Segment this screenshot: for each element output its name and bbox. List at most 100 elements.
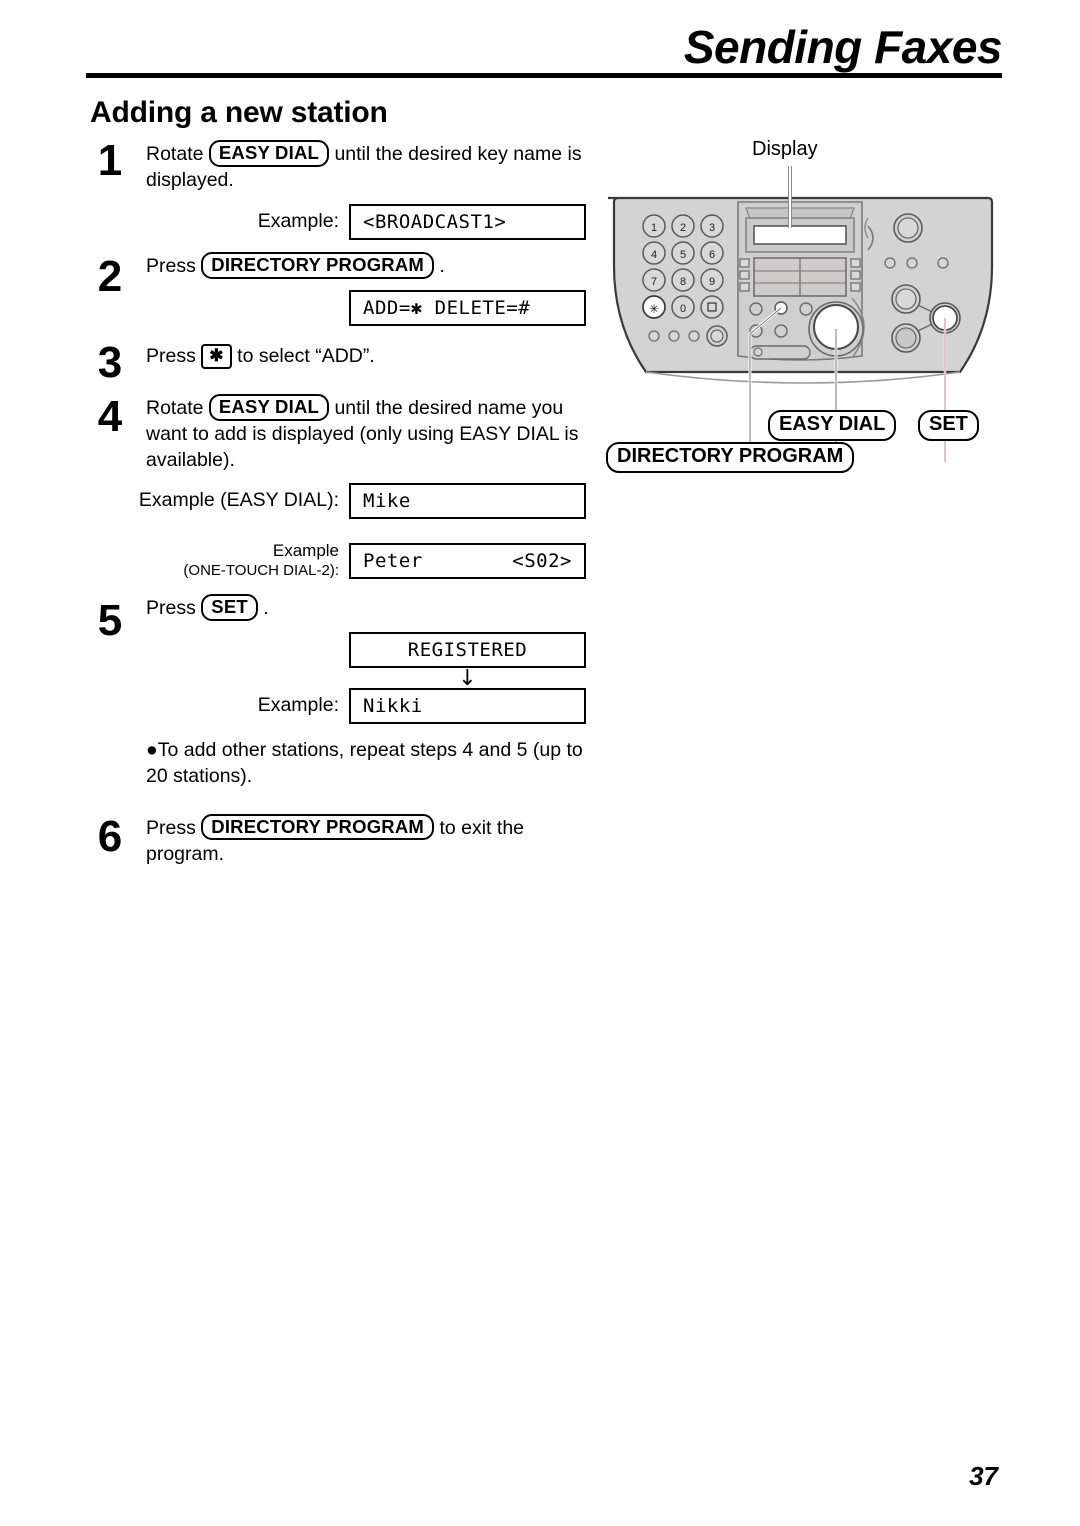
right-indicator-2[interactable] (906, 257, 918, 269)
station-button-left-2[interactable] (739, 270, 750, 280)
step-text-after: . (439, 254, 445, 277)
keypad-label-asterisk: ✳ (649, 302, 659, 316)
step-examples: Example (EASY DIAL): Mike Example (ONE-T… (86, 483, 586, 579)
keypad-label-9: 9 (709, 276, 715, 288)
lcd-row: ADD=✱ DELETE=# (146, 289, 586, 326)
step-text: Rotate EASY DIAL until the desired name … (146, 393, 586, 474)
machine-bottom-curve (645, 371, 961, 384)
header-rule (86, 73, 1002, 78)
right-indicator-3[interactable] (937, 257, 949, 269)
step-text: Press ✱ to select “ADD”. (146, 340, 586, 370)
step-text-after: . (263, 596, 269, 619)
step-4: 4 Rotate EASY DIAL until the desired nam… (86, 391, 586, 580)
keypad-label-7: 7 (651, 276, 657, 288)
example-row: Example: <BROADCAST1> (146, 203, 586, 240)
step-text-before: Press (146, 254, 196, 277)
step-note: ●To add other stations, repeat steps 4 a… (146, 738, 583, 787)
step-number: 5 (97, 595, 123, 645)
step-text-after: to select “ADD”. (237, 344, 375, 367)
section-heading: Adding a new station (90, 96, 388, 129)
step-text-before: Press (146, 596, 196, 619)
keypad-label-6: 6 (709, 249, 715, 261)
directory-program-key[interactable]: DIRECTORY PROGRAM (201, 251, 435, 279)
step-number: 6 (97, 811, 123, 861)
lcd-readout: <BROADCAST1> (349, 203, 586, 240)
display-label: Display (752, 138, 818, 160)
page-number: 37 (969, 1461, 998, 1491)
keypad-label-3: 3 (709, 222, 715, 234)
step-text-before: Press (146, 344, 196, 367)
example-label: Example: (257, 693, 339, 716)
lcd-readout: Nikki (349, 687, 586, 724)
step-number: 4 (97, 391, 123, 441)
steps-list: 1 Rotate EASY DIAL until the desired key… (86, 136, 586, 868)
bar-button-indicator (753, 347, 763, 357)
keypad-label-8: 8 (680, 276, 686, 288)
right-indicator-1[interactable] (884, 257, 896, 269)
indicator-button-2[interactable] (668, 330, 680, 342)
lcd-row-registered: REGISTERED ↓ (146, 631, 586, 691)
function-button-1[interactable] (749, 302, 763, 316)
step-text: Press SET . REGISTERED ↓ Example: Nikki … (146, 593, 586, 790)
nav-button-up-inner (895, 288, 917, 310)
right-button-inner-1 (897, 217, 919, 239)
keypad-label-4: 4 (651, 249, 657, 261)
lcd-readout: REGISTERED (349, 631, 586, 668)
lcd-readout: ADD=✱ DELETE=# (349, 289, 586, 326)
station-button-left-3[interactable] (739, 282, 750, 292)
example-label-line1: Example (272, 541, 339, 561)
indicator-button-3[interactable] (688, 330, 700, 342)
step-text: Rotate EASY DIAL until the desired key n… (146, 140, 586, 240)
down-arrow-icon: ↓ (458, 665, 477, 691)
nav-button-down-inner (895, 327, 917, 349)
keypad-label-2: 2 (680, 222, 686, 234)
step-text-before: Rotate (146, 396, 204, 419)
lcd-readout: Peter <S02> (349, 542, 586, 579)
callout-easy-dial[interactable]: EASY DIAL (768, 410, 897, 441)
lcd-readout: Mike (349, 483, 586, 520)
fax-machine-figure: Display 1 2 3 4 5 6 7 8 9 ✳ 0 EASY DIAL … (600, 138, 1020, 488)
directory-program-key[interactable]: DIRECTORY PROGRAM (201, 813, 435, 841)
indicator-dial-inner (710, 329, 724, 343)
step-5: 5 Press SET . REGISTERED ↓ Example: Nikk… (86, 593, 586, 790)
keypad-key-hash[interactable] (700, 295, 724, 319)
function-button-5[interactable] (774, 324, 788, 338)
station-button-right-2[interactable] (850, 270, 861, 280)
keypad-label-0: 0 (680, 303, 686, 315)
example-row: Example: Nikki (146, 687, 586, 724)
example-label-one-touch: Example (ONE-TOUCH DIAL-2): (86, 541, 349, 579)
lcd-name: Peter (363, 549, 423, 572)
step-2: 2 Press DIRECTORY PROGRAM . ADD=✱ DELETE… (86, 251, 586, 326)
example-row-easy-dial: Example (EASY DIAL): Mike (86, 483, 586, 520)
step-text-before: Press (146, 816, 196, 839)
step-6: 6 Press DIRECTORY PROGRAM to exit the pr… (86, 811, 586, 868)
step-number: 2 (97, 251, 123, 301)
step-3: 3 Press ✱ to select “ADD”. (86, 340, 586, 384)
example-label: Example: (257, 209, 339, 232)
easy-dial-key[interactable]: EASY DIAL (208, 393, 330, 421)
example-label-line2: (ONE-TOUCH DIAL-2): (183, 561, 339, 579)
easy-dial-key[interactable]: EASY DIAL (208, 140, 330, 167)
station-button-right-3[interactable] (850, 282, 861, 292)
asterisk-key[interactable]: ✱ (201, 343, 232, 369)
set-key[interactable]: SET (201, 593, 258, 621)
step-text: Press DIRECTORY PROGRAM to exit the prog… (146, 813, 586, 868)
display-leader-line (788, 166, 792, 228)
lcd-screen (753, 225, 847, 245)
station-button-left-1[interactable] (739, 258, 750, 268)
keypad-label-1: 1 (651, 222, 657, 234)
step-1: 1 Rotate EASY DIAL until the desired key… (86, 136, 586, 240)
step-number: 3 (97, 337, 123, 387)
function-button-3[interactable] (799, 302, 813, 316)
keypad-label-5: 5 (680, 249, 686, 261)
station-button-right-1[interactable] (850, 258, 861, 268)
callout-directory-program[interactable]: DIRECTORY PROGRAM (606, 442, 855, 473)
page-title: Sending Faxes (683, 21, 1003, 73)
indicator-button-1[interactable] (648, 330, 660, 342)
example-label-easy-dial: Example (EASY DIAL): (138, 489, 339, 512)
example-row-one-touch: Example (ONE-TOUCH DIAL-2): Peter <S02> (86, 541, 586, 579)
callout-set[interactable]: SET (918, 410, 979, 441)
step-text: Press DIRECTORY PROGRAM . ADD=✱ DELETE=# (146, 251, 586, 326)
step-text-before: Rotate (146, 143, 204, 165)
step-number: 1 (97, 136, 123, 185)
